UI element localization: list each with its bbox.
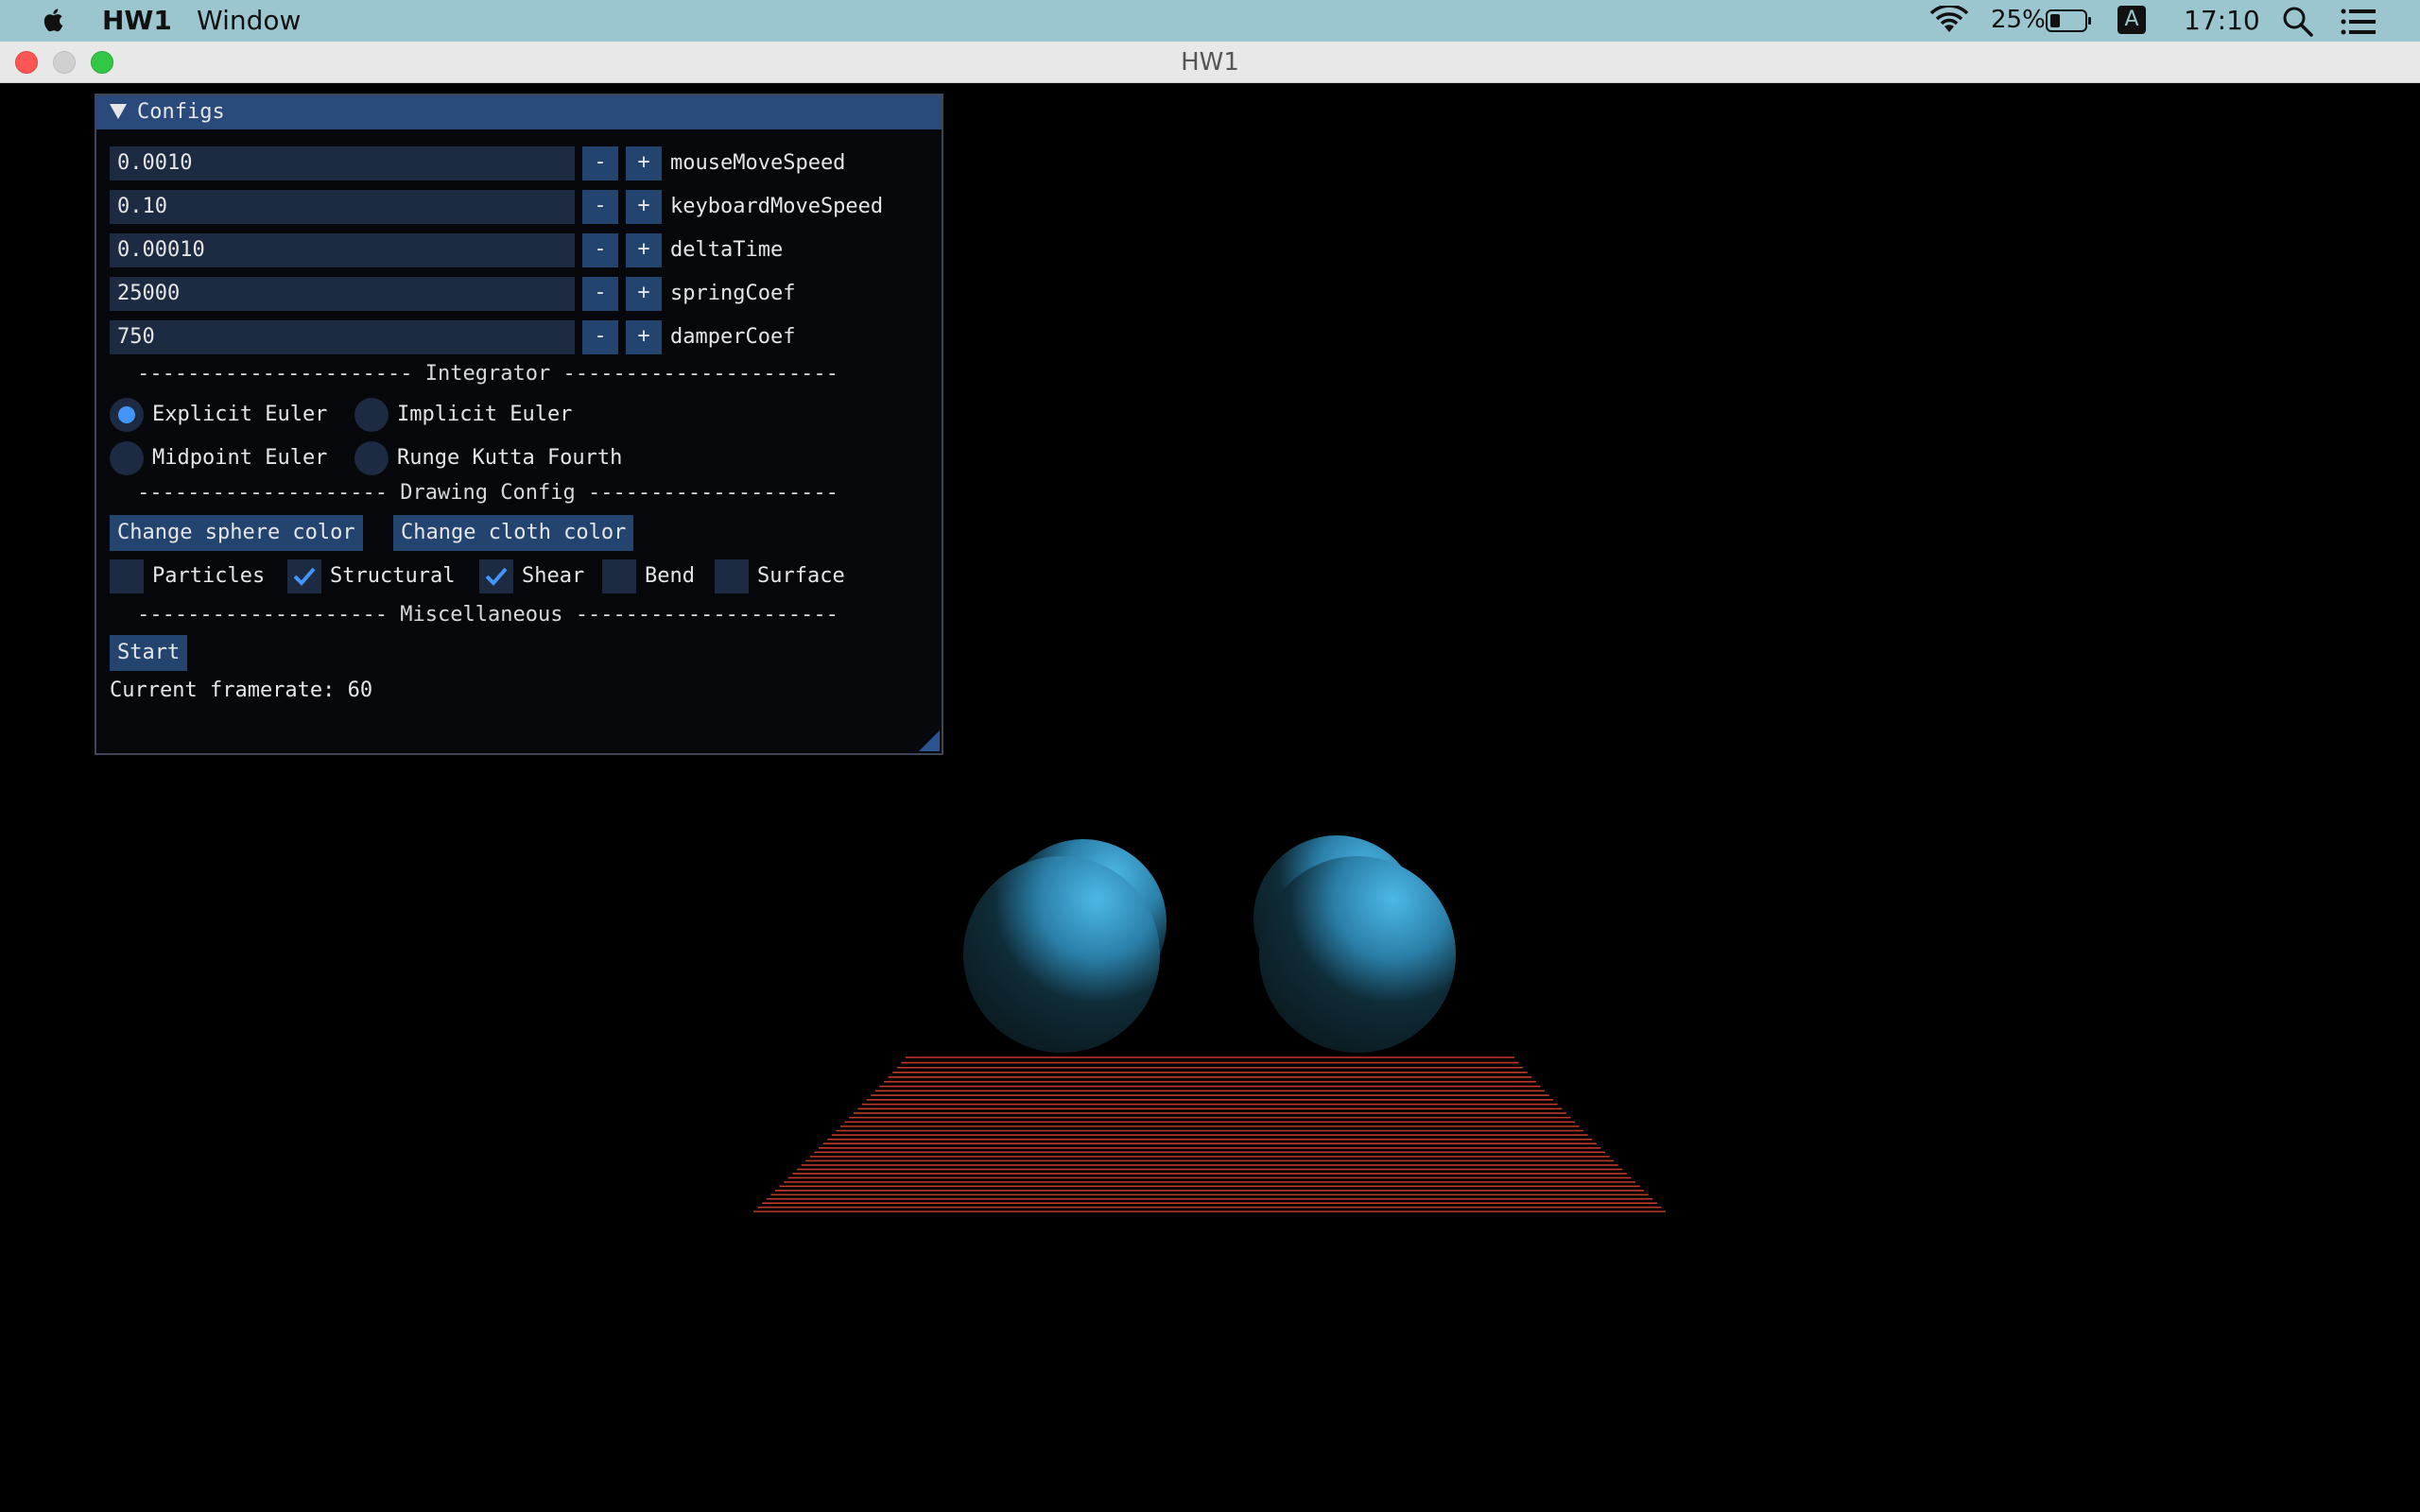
change-cloth-color-button[interactable]: Change cloth color <box>393 515 634 551</box>
collapse-triangle-icon[interactable] <box>110 104 127 119</box>
bend-checkbox[interactable] <box>602 559 636 593</box>
panel-resize-grip[interactable] <box>919 730 940 751</box>
menu-clock[interactable]: 17:10 <box>2184 5 2260 36</box>
runge-kutta-fourth-label[interactable]: Runge Kutta Fourth <box>397 441 622 475</box>
explicit-euler-radio[interactable] <box>110 398 144 432</box>
change-sphere-color-button[interactable]: Change sphere color <box>110 515 363 551</box>
configs-header[interactable]: Configs <box>96 95 942 129</box>
drawing-config-separator: -------------------- Drawing Config ----… <box>137 481 838 505</box>
integrator-separator: ---------------------- Integrator ------… <box>137 362 838 386</box>
window-title-bar: HW1 <box>0 42 2420 83</box>
mouse-move-speed-label: mouseMoveSpeed <box>670 151 846 175</box>
checkmark-icon <box>293 567 316 586</box>
cloth-mesh <box>753 1057 1666 1212</box>
spring-coef-label: springCoef <box>670 282 796 305</box>
keyboard-move-speed-input[interactable]: 0.10 <box>110 190 575 224</box>
implicit-euler-radio[interactable] <box>354 398 389 432</box>
damper-coef-decrement-button[interactable]: - <box>582 320 618 354</box>
midpoint-euler-label[interactable]: Midpoint Euler <box>152 441 327 475</box>
shear-checkbox[interactable] <box>479 559 513 593</box>
damper-coef-increment-button[interactable]: + <box>626 320 662 354</box>
checkmark-icon <box>485 567 508 586</box>
radio-selected-dot <box>118 406 135 423</box>
spring-coef-increment-button[interactable]: + <box>626 277 662 311</box>
surface-label[interactable]: Surface <box>757 559 845 593</box>
framerate-text: Current framerate: 60 <box>110 679 373 702</box>
surface-checkbox[interactable] <box>715 559 749 593</box>
bend-label[interactable]: Bend <box>645 559 695 593</box>
keyboard-move-speed-label: keyboardMoveSpeed <box>670 195 884 218</box>
mouse-move-speed-input[interactable]: 0.0010 <box>110 146 575 180</box>
sphere <box>963 856 1160 1053</box>
notification-center-icon[interactable] <box>2341 8 2377 36</box>
window-menu[interactable]: Window <box>197 5 301 36</box>
delta-time-label: deltaTime <box>670 238 784 262</box>
spotlight-search-icon[interactable] <box>2282 6 2314 38</box>
runge-kutta-fourth-radio[interactable] <box>354 441 389 475</box>
battery-icon[interactable] <box>2046 9 2093 33</box>
spring-coef-input[interactable]: 25000 <box>110 277 575 311</box>
window-title: HW1 <box>1181 48 1239 77</box>
structural-checkbox[interactable] <box>287 559 321 593</box>
menu-bar: HW1 Window 25% A 17:10 <box>0 0 2420 42</box>
damper-coef-label: damperCoef <box>670 325 796 349</box>
battery-percent[interactable]: 25% <box>1991 6 2046 34</box>
configs-panel: Configs 0.0010 - + mouseMoveSpeed 0.10 -… <box>95 94 943 755</box>
particles-checkbox[interactable] <box>110 559 144 593</box>
spheres-group <box>963 835 1456 1053</box>
wifi-icon[interactable] <box>1928 6 1970 36</box>
explicit-euler-label[interactable]: Explicit Euler <box>152 398 327 432</box>
implicit-euler-label[interactable]: Implicit Euler <box>397 398 572 432</box>
damper-coef-input[interactable]: 750 <box>110 320 575 354</box>
keyboard-move-speed-increment-button[interactable]: + <box>626 190 662 224</box>
input-source-icon[interactable]: A <box>2118 6 2146 34</box>
apple-menu-icon[interactable] <box>38 4 70 36</box>
midpoint-euler-radio[interactable] <box>110 441 144 475</box>
start-button[interactable]: Start <box>110 635 188 671</box>
configs-title: Configs <box>137 100 225 124</box>
mouse-move-speed-decrement-button[interactable]: - <box>582 146 618 180</box>
miscellaneous-separator: -------------------- Miscellaneous -----… <box>137 603 838 627</box>
delta-time-decrement-button[interactable]: - <box>582 233 618 267</box>
keyboard-move-speed-decrement-button[interactable]: - <box>582 190 618 224</box>
app-name-menu[interactable]: HW1 <box>102 5 172 36</box>
sphere <box>1259 856 1456 1053</box>
shear-label[interactable]: Shear <box>522 559 584 593</box>
spring-coef-decrement-button[interactable]: - <box>582 277 618 311</box>
delta-time-input[interactable]: 0.00010 <box>110 233 575 267</box>
structural-label[interactable]: Structural <box>330 559 455 593</box>
delta-time-increment-button[interactable]: + <box>626 233 662 267</box>
mouse-move-speed-increment-button[interactable]: + <box>626 146 662 180</box>
particles-label[interactable]: Particles <box>152 559 265 593</box>
